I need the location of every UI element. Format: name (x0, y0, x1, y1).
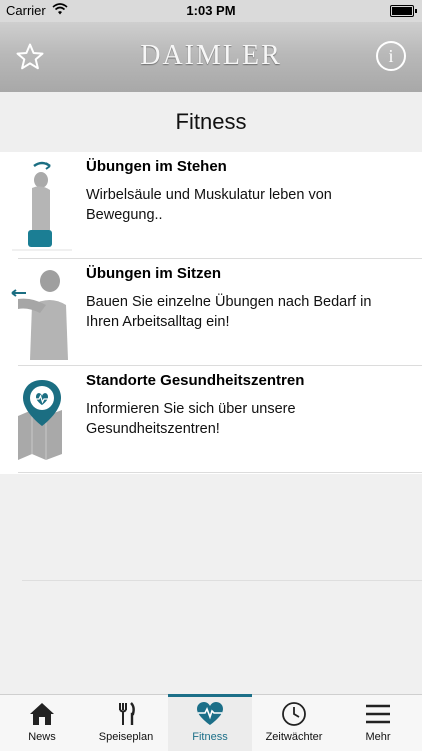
tab-label: Speiseplan (98, 731, 154, 743)
page-title: Fitness (0, 92, 422, 152)
nav-bar: DAIMLER i (0, 22, 422, 92)
sitting-exercise-icon (11, 270, 68, 360)
health-center-map-icon (18, 380, 62, 460)
list-item-sitting[interactable]: Übungen im Sitzen Bauen Sie einzelne Übu… (0, 259, 422, 366)
tab-zeitwaechter[interactable]: Zeitwächter (252, 695, 336, 751)
info-icon: i (388, 46, 394, 66)
item-description: Informieren Sie sich über unsere Gesundh… (86, 401, 296, 437)
divider (18, 472, 422, 473)
divider (22, 580, 422, 581)
list-item-health-centers[interactable]: Standorte Gesundheitszentren Informieren… (0, 366, 422, 473)
tab-label: Fitness (192, 731, 228, 743)
info-button[interactable]: i (376, 41, 406, 71)
list-item-standing[interactable]: Übungen im Stehen Wirbelsäule und Muskul… (0, 152, 422, 259)
status-bar: Carrier 1:03 PM (0, 0, 422, 22)
home-icon (30, 703, 54, 725)
tab-speiseplan[interactable]: Speiseplan (84, 695, 168, 751)
tab-label: News (28, 731, 56, 743)
tab-fitness[interactable]: Fitness (168, 694, 252, 751)
menu-icon (366, 704, 390, 724)
tab-label: Mehr (365, 731, 391, 743)
fork-knife-icon (119, 702, 135, 725)
fitness-list: Übungen im Stehen Wirbelsäule und Muskul… (0, 152, 422, 474)
tab-label: Zeitwächter (265, 731, 323, 743)
standing-exercise-icon (12, 161, 72, 251)
item-title: Standorte Gesundheitszentren (86, 372, 305, 389)
daimler-logo: DAIMLER (140, 40, 282, 71)
heart-pulse-icon (197, 702, 223, 725)
tab-mehr[interactable]: Mehr (336, 695, 420, 751)
status-time: 1:03 PM (186, 3, 236, 18)
clock-icon (282, 702, 306, 726)
item-title: Übungen im Sitzen (86, 265, 221, 282)
tab-bar: News Speiseplan Fitness Zeitwächter Mehr (0, 694, 422, 751)
item-description: Wirbelsäule und Muskulatur leben von Bew… (86, 187, 332, 223)
item-description: Bauen Sie einzelne Übungen nach Bedarf i… (86, 294, 372, 330)
item-title: Übungen im Stehen (86, 158, 227, 175)
tab-news[interactable]: News (0, 695, 84, 751)
battery-icon (390, 5, 417, 17)
